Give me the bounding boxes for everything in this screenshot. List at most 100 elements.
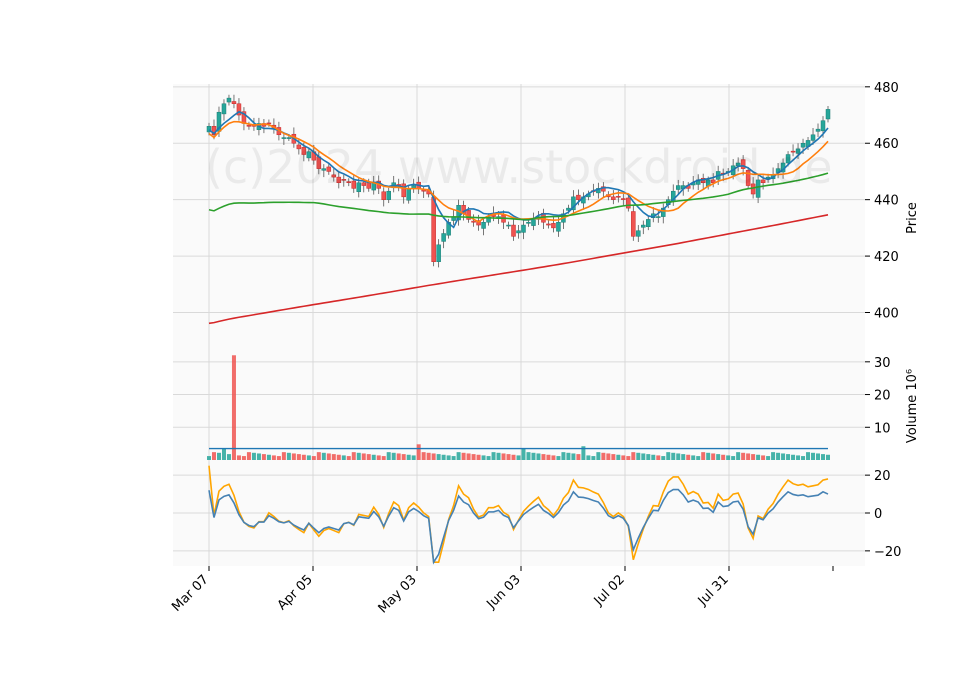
volume-bar	[701, 452, 706, 460]
volume-bar	[661, 456, 666, 460]
volume-y-tick-label: 20	[874, 389, 891, 404]
x-tick-label: May 03	[376, 572, 420, 616]
volume-bar	[716, 454, 721, 460]
candle-body	[626, 197, 631, 209]
volume-bar	[311, 456, 316, 460]
price-y-tick-label: 400	[874, 307, 899, 322]
volume-bar	[251, 452, 256, 460]
candle-body	[735, 162, 741, 167]
oscillator-y-tick-label: 0	[874, 507, 882, 522]
volume-bar	[536, 453, 541, 460]
candle-body	[356, 182, 362, 193]
candle-body	[616, 196, 621, 198]
candle-body	[431, 197, 436, 262]
volume-bar	[811, 452, 816, 460]
price-y-tick-label: 420	[874, 250, 899, 265]
candle-body	[331, 174, 337, 178]
volume-bar	[381, 456, 386, 460]
x-tick-label: Apr 05	[275, 572, 316, 613]
volume-bar	[401, 454, 406, 460]
x-tick-label: Jul 02	[591, 572, 628, 609]
candle-body	[406, 188, 411, 201]
volume-bar	[561, 452, 566, 460]
volume-bar	[496, 452, 501, 460]
candle-body	[656, 216, 661, 218]
volume-y-tick-label: 10	[874, 421, 891, 436]
volume-bar	[476, 454, 481, 460]
volume-bar	[291, 453, 296, 460]
oscillator-y-tick-label: −20	[874, 545, 901, 560]
candle-body	[740, 159, 746, 169]
volume-bar	[786, 454, 791, 460]
volume-bar	[686, 454, 691, 460]
volume-bar	[416, 444, 421, 460]
volume-bar	[681, 454, 686, 460]
volume-bar	[526, 452, 531, 460]
volume-bar	[366, 454, 371, 460]
volume-bar	[276, 456, 281, 460]
candle-body	[815, 128, 821, 132]
candle-body	[611, 196, 616, 200]
candle-body	[531, 219, 536, 226]
volume-bar	[801, 456, 806, 460]
volume-bar	[316, 452, 321, 460]
candle-body	[436, 244, 441, 262]
volume-bar	[626, 456, 631, 460]
volume-bar	[576, 454, 581, 460]
candle-body	[526, 221, 531, 224]
volume-bar	[796, 455, 801, 460]
volume-bar	[646, 454, 651, 460]
candle-body	[346, 181, 352, 183]
volume-bar	[376, 455, 381, 460]
volume-bar	[436, 454, 441, 460]
volume-bar	[411, 455, 416, 460]
candle-body	[556, 221, 561, 232]
candle-body	[785, 154, 791, 164]
volume-bar	[671, 452, 676, 460]
candle-body	[226, 97, 232, 103]
volume-bar	[731, 456, 736, 460]
candle-body	[760, 179, 766, 183]
stock-chart: 400 420 440 460 480 Price 10 20 30 Volume 10⁶ −2…	[0, 0, 960, 690]
volume-bar	[246, 452, 251, 460]
candle-body	[481, 221, 486, 229]
volume-bar	[236, 455, 241, 460]
candle-body	[576, 194, 581, 200]
candle-body	[516, 230, 521, 234]
volume-bar	[771, 452, 776, 460]
volume-bar	[306, 455, 311, 460]
oscillator-panel: −20 0 20	[173, 460, 901, 566]
volume-bar	[566, 452, 571, 460]
candle-body	[231, 101, 237, 104]
x-axis: Mar 07 Apr 05 May 03 Jun 03 Jul 02 Jul 31	[169, 566, 834, 616]
candle-body	[321, 168, 327, 171]
volume-bar	[691, 455, 696, 460]
candle-body	[281, 137, 287, 139]
volume-bar	[256, 453, 261, 460]
volume-bar	[511, 454, 516, 460]
volume-bar	[571, 453, 576, 460]
volume-bar	[451, 456, 456, 460]
volume-bar	[271, 455, 276, 460]
candle-body	[631, 211, 636, 237]
volume-bar	[216, 452, 221, 460]
candle-body	[636, 230, 641, 237]
volume-bar	[706, 452, 711, 460]
volume-bar	[341, 455, 346, 460]
volume-bar	[546, 454, 551, 460]
volume-bar	[806, 452, 811, 460]
volume-bar	[676, 453, 681, 460]
volume-bar	[736, 452, 741, 460]
volume-panel: 10 20 30 Volume 10⁶	[173, 352, 920, 460]
volume-bar	[551, 455, 556, 460]
volume-bar	[296, 454, 301, 460]
candle-body	[246, 124, 252, 127]
volume-bar	[541, 454, 546, 460]
oscillator-y-tick-label: 20	[874, 469, 891, 484]
volume-bar	[396, 453, 401, 460]
volume-bar	[721, 454, 726, 460]
volume-bar	[281, 452, 286, 460]
candle-body	[401, 183, 406, 198]
volume-bar	[641, 453, 646, 460]
candle-body	[351, 180, 357, 189]
